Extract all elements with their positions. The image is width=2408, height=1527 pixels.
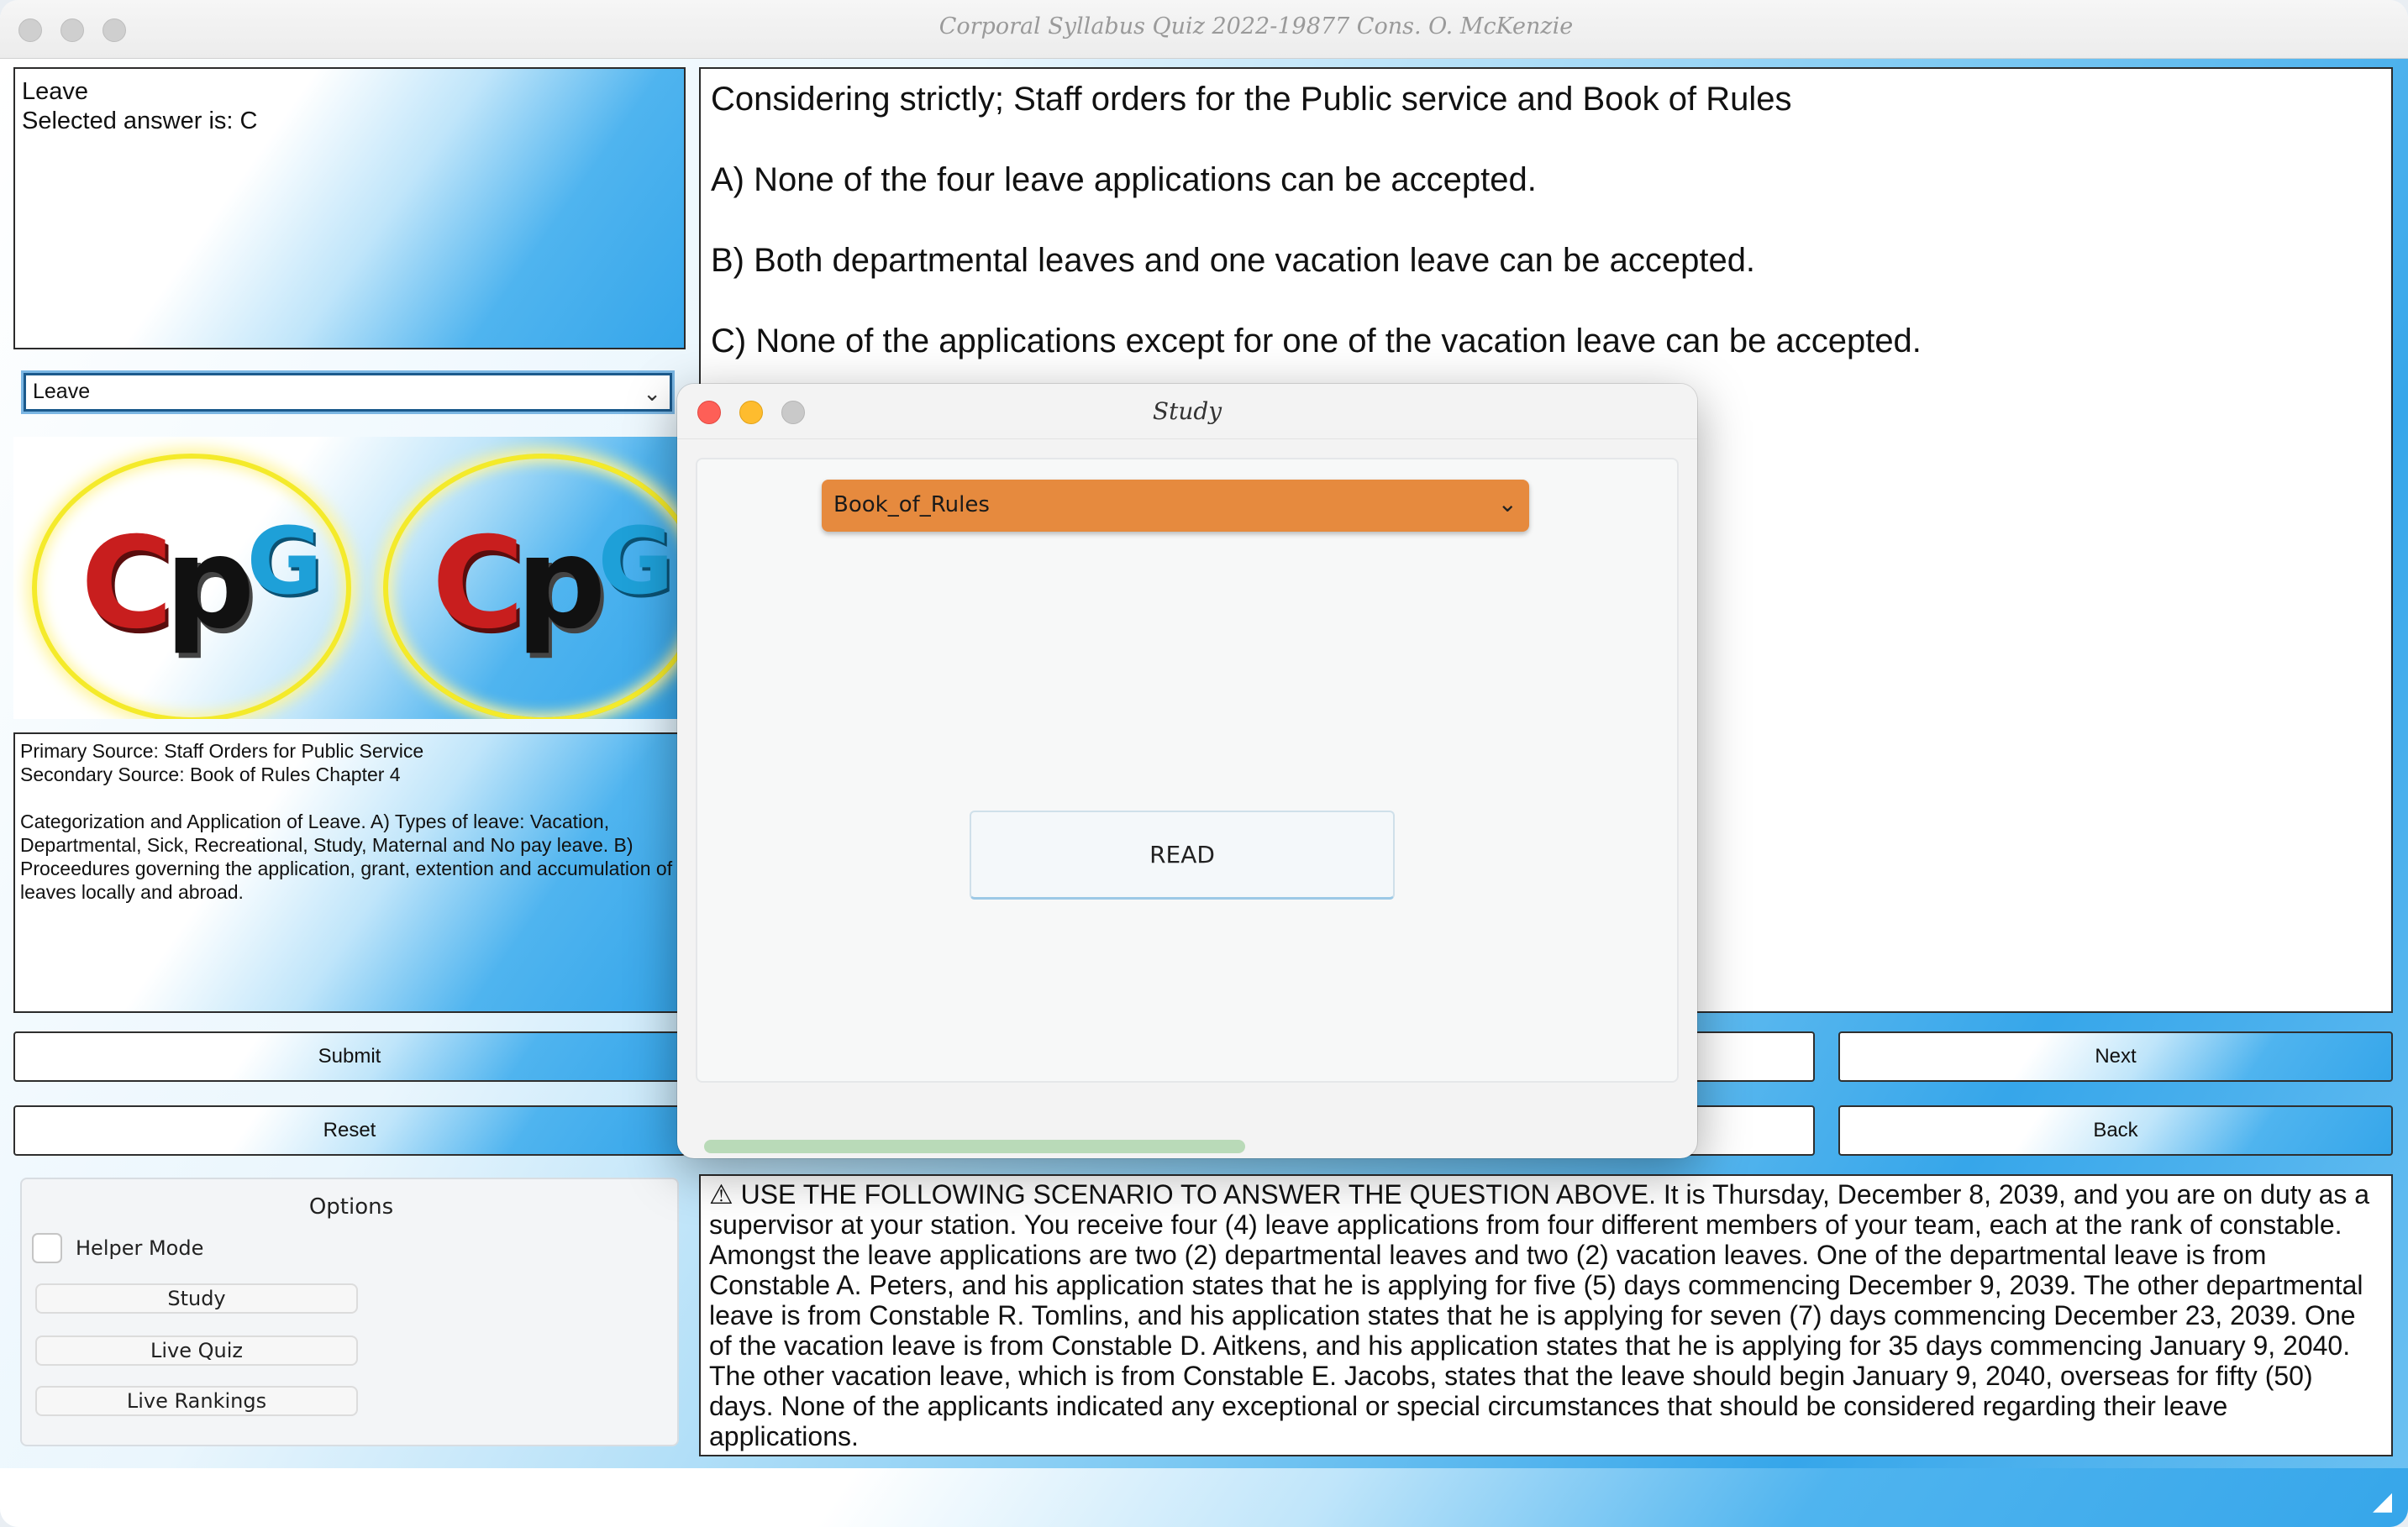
bottom-strip	[0, 1468, 2408, 1527]
secondary-source-text: Secondary Source: Book of Rules Chapter …	[20, 764, 401, 785]
selected-answer-text: Selected answer is: C	[22, 108, 258, 134]
category-dropdown-value: Leave	[33, 380, 91, 403]
choice-b: B) Both departmental leaves and one vaca…	[711, 242, 1756, 279]
read-button[interactable]: READ	[970, 811, 1395, 900]
window-title: Corporal Syllabus Quiz 2022-19877 Cons. …	[938, 13, 1574, 39]
study-dialog-content: Book_of_Rules ⌄ READ	[696, 458, 1679, 1083]
study-dialog-title-bar: Study	[677, 384, 1697, 439]
submit-button[interactable]: Submit	[13, 1031, 686, 1082]
study-dialog-title: Study	[1152, 397, 1222, 425]
reset-button[interactable]: Reset	[13, 1105, 686, 1156]
resize-grip-icon[interactable]: ◢	[2373, 1487, 2393, 1515]
choice-c: C) None of the applications except for o…	[711, 323, 1922, 359]
choice-a: A) None of the four leave applications c…	[711, 161, 1537, 198]
category-dropdown[interactable]: Leave ⌄	[24, 373, 672, 412]
answer-status-panel: Leave Selected answer is: C	[13, 67, 686, 349]
scenario-text: ⚠ USE THE FOLLOWING SCENARIO TO ANSWER T…	[701, 1176, 2391, 1455]
scenario-body: USE THE FOLLOWING SCENARIO TO ANSWER THE…	[709, 1179, 2370, 1451]
chevron-down-icon: ⌄	[1497, 490, 1517, 517]
study-source-value: Book_of_Rules	[833, 492, 990, 517]
warning-icon: ⚠	[709, 1179, 733, 1210]
study-progress-bar	[704, 1140, 1245, 1153]
question-prompt: Considering strictly; Staff orders for t…	[711, 81, 1792, 118]
options-panel: Options Helper Mode Study Live Quiz Live…	[20, 1178, 679, 1446]
source-info-panel: Primary Source: Staff Orders for Public …	[13, 732, 686, 1013]
study-dialog: Study Book_of_Rules ⌄ READ	[677, 384, 1697, 1158]
category-title: Leave	[22, 78, 89, 105]
primary-source-text: Primary Source: Staff Orders for Public …	[20, 740, 424, 762]
helper-mode-checkbox[interactable]	[32, 1233, 62, 1263]
live-rankings-button[interactable]: Live Rankings	[35, 1386, 358, 1416]
next-button[interactable]: Next	[1838, 1031, 2393, 1082]
cpg-logo-left: CpG	[81, 507, 323, 657]
topic-description-text: Categorization and Application of Leave.…	[20, 811, 673, 903]
scenario-panel: ⚠ USE THE FOLLOWING SCENARIO TO ANSWER T…	[699, 1174, 2393, 1456]
logo-strip: CpG CpG	[13, 437, 686, 719]
cpg-logo-right: CpG	[432, 507, 674, 657]
helper-mode-label: Helper Mode	[76, 1236, 204, 1260]
live-quiz-button[interactable]: Live Quiz	[35, 1335, 358, 1366]
study-button[interactable]: Study	[35, 1283, 358, 1314]
options-title: Options	[308, 1194, 394, 1220]
chevron-down-icon: ⌄	[643, 380, 661, 406]
title-bar: Corporal Syllabus Quiz 2022-19877 Cons. …	[0, 0, 2408, 59]
main-window: Corporal Syllabus Quiz 2022-19877 Cons. …	[0, 0, 2408, 1527]
study-source-dropdown[interactable]: Book_of_Rules ⌄	[822, 480, 1529, 532]
back-button[interactable]: Back	[1838, 1105, 2393, 1156]
